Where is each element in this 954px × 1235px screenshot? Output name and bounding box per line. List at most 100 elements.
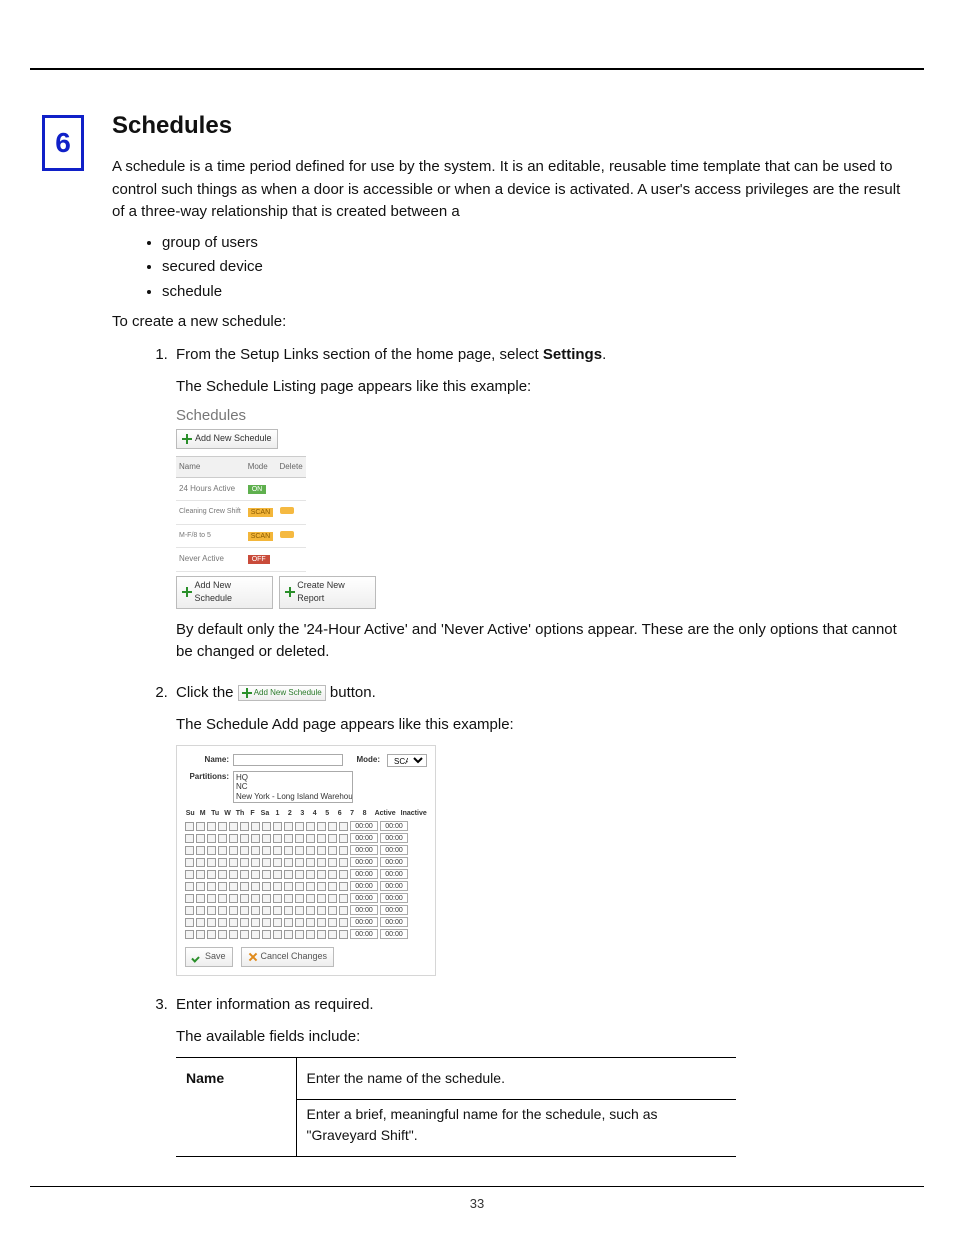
day-checkbox[interactable] <box>185 906 194 915</box>
inactive-time-field[interactable]: 00:00 <box>380 881 408 891</box>
day-checkbox[interactable] <box>251 894 260 903</box>
day-checkbox[interactable] <box>262 822 271 831</box>
day-checkbox[interactable] <box>207 906 216 915</box>
day-checkbox[interactable] <box>317 930 326 939</box>
active-time-field[interactable]: 00:00 <box>350 845 378 855</box>
day-checkbox[interactable] <box>317 906 326 915</box>
day-checkbox[interactable] <box>218 870 227 879</box>
day-checkbox[interactable] <box>196 894 205 903</box>
day-checkbox[interactable] <box>229 870 238 879</box>
inactive-time-field[interactable]: 00:00 <box>380 893 408 903</box>
delete-icon[interactable] <box>280 531 294 538</box>
day-checkbox[interactable] <box>196 918 205 927</box>
inactive-time-field[interactable]: 00:00 <box>380 833 408 843</box>
day-checkbox[interactable] <box>185 894 194 903</box>
day-checkbox[interactable] <box>262 930 271 939</box>
day-checkbox[interactable] <box>196 846 205 855</box>
day-checkbox[interactable] <box>251 918 260 927</box>
day-checkbox[interactable] <box>295 918 304 927</box>
day-checkbox[interactable] <box>273 930 282 939</box>
partition-option[interactable]: HQ <box>236 773 350 783</box>
day-checkbox[interactable] <box>339 882 348 891</box>
day-checkbox[interactable] <box>273 822 282 831</box>
inactive-time-field[interactable]: 00:00 <box>380 857 408 867</box>
day-checkbox[interactable] <box>317 894 326 903</box>
add-new-schedule-inline-button[interactable]: Add New Schedule <box>238 685 326 701</box>
day-checkbox[interactable] <box>273 894 282 903</box>
day-checkbox[interactable] <box>185 846 194 855</box>
day-checkbox[interactable] <box>196 882 205 891</box>
day-checkbox[interactable] <box>218 882 227 891</box>
day-checkbox[interactable] <box>339 930 348 939</box>
day-checkbox[interactable] <box>196 834 205 843</box>
day-checkbox[interactable] <box>306 918 315 927</box>
day-checkbox[interactable] <box>218 918 227 927</box>
day-checkbox[interactable] <box>251 870 260 879</box>
active-time-field[interactable]: 00:00 <box>350 833 378 843</box>
day-checkbox[interactable] <box>284 870 293 879</box>
day-checkbox[interactable] <box>229 918 238 927</box>
day-checkbox[interactable] <box>273 918 282 927</box>
day-checkbox[interactable] <box>185 822 194 831</box>
day-checkbox[interactable] <box>328 822 337 831</box>
day-checkbox[interactable] <box>207 822 216 831</box>
active-time-field[interactable]: 00:00 <box>350 869 378 879</box>
day-checkbox[interactable] <box>218 894 227 903</box>
save-button[interactable]: Save <box>185 947 233 967</box>
day-checkbox[interactable] <box>317 870 326 879</box>
day-checkbox[interactable] <box>273 870 282 879</box>
schedule-delete-cell[interactable] <box>277 501 306 525</box>
day-checkbox[interactable] <box>240 930 249 939</box>
day-checkbox[interactable] <box>328 834 337 843</box>
day-checkbox[interactable] <box>185 858 194 867</box>
day-checkbox[interactable] <box>251 846 260 855</box>
day-checkbox[interactable] <box>218 834 227 843</box>
day-checkbox[interactable] <box>229 930 238 939</box>
inactive-time-field[interactable]: 00:00 <box>380 929 408 939</box>
day-checkbox[interactable] <box>284 894 293 903</box>
day-checkbox[interactable] <box>185 930 194 939</box>
day-checkbox[interactable] <box>284 930 293 939</box>
day-checkbox[interactable] <box>317 918 326 927</box>
day-checkbox[interactable] <box>273 906 282 915</box>
day-checkbox[interactable] <box>262 834 271 843</box>
day-checkbox[interactable] <box>262 906 271 915</box>
day-checkbox[interactable] <box>229 882 238 891</box>
create-new-report-button[interactable]: Create New Report <box>279 576 376 609</box>
day-checkbox[interactable] <box>295 906 304 915</box>
day-checkbox[interactable] <box>262 882 271 891</box>
day-checkbox[interactable] <box>196 906 205 915</box>
day-checkbox[interactable] <box>328 882 337 891</box>
day-checkbox[interactable] <box>317 834 326 843</box>
name-field[interactable] <box>233 754 343 766</box>
day-checkbox[interactable] <box>207 918 216 927</box>
day-checkbox[interactable] <box>218 906 227 915</box>
day-checkbox[interactable] <box>284 918 293 927</box>
day-checkbox[interactable] <box>328 918 337 927</box>
day-checkbox[interactable] <box>317 882 326 891</box>
day-checkbox[interactable] <box>328 858 337 867</box>
day-checkbox[interactable] <box>229 906 238 915</box>
partitions-listbox[interactable]: HQ NC New York - Long Island Warehouse <box>233 771 353 803</box>
day-checkbox[interactable] <box>240 918 249 927</box>
inactive-time-field[interactable]: 00:00 <box>380 917 408 927</box>
day-checkbox[interactable] <box>306 906 315 915</box>
day-checkbox[interactable] <box>240 894 249 903</box>
active-time-field[interactable]: 00:00 <box>350 857 378 867</box>
day-checkbox[interactable] <box>328 870 337 879</box>
day-checkbox[interactable] <box>328 930 337 939</box>
day-checkbox[interactable] <box>240 822 249 831</box>
day-checkbox[interactable] <box>240 870 249 879</box>
day-checkbox[interactable] <box>295 822 304 831</box>
day-checkbox[interactable] <box>251 930 260 939</box>
day-checkbox[interactable] <box>262 918 271 927</box>
day-checkbox[interactable] <box>273 834 282 843</box>
day-checkbox[interactable] <box>240 846 249 855</box>
day-checkbox[interactable] <box>218 846 227 855</box>
day-checkbox[interactable] <box>218 930 227 939</box>
schedule-name-cell[interactable]: Cleaning Crew Shift <box>176 501 245 525</box>
day-checkbox[interactable] <box>339 870 348 879</box>
day-checkbox[interactable] <box>306 930 315 939</box>
day-checkbox[interactable] <box>339 858 348 867</box>
day-checkbox[interactable] <box>262 846 271 855</box>
